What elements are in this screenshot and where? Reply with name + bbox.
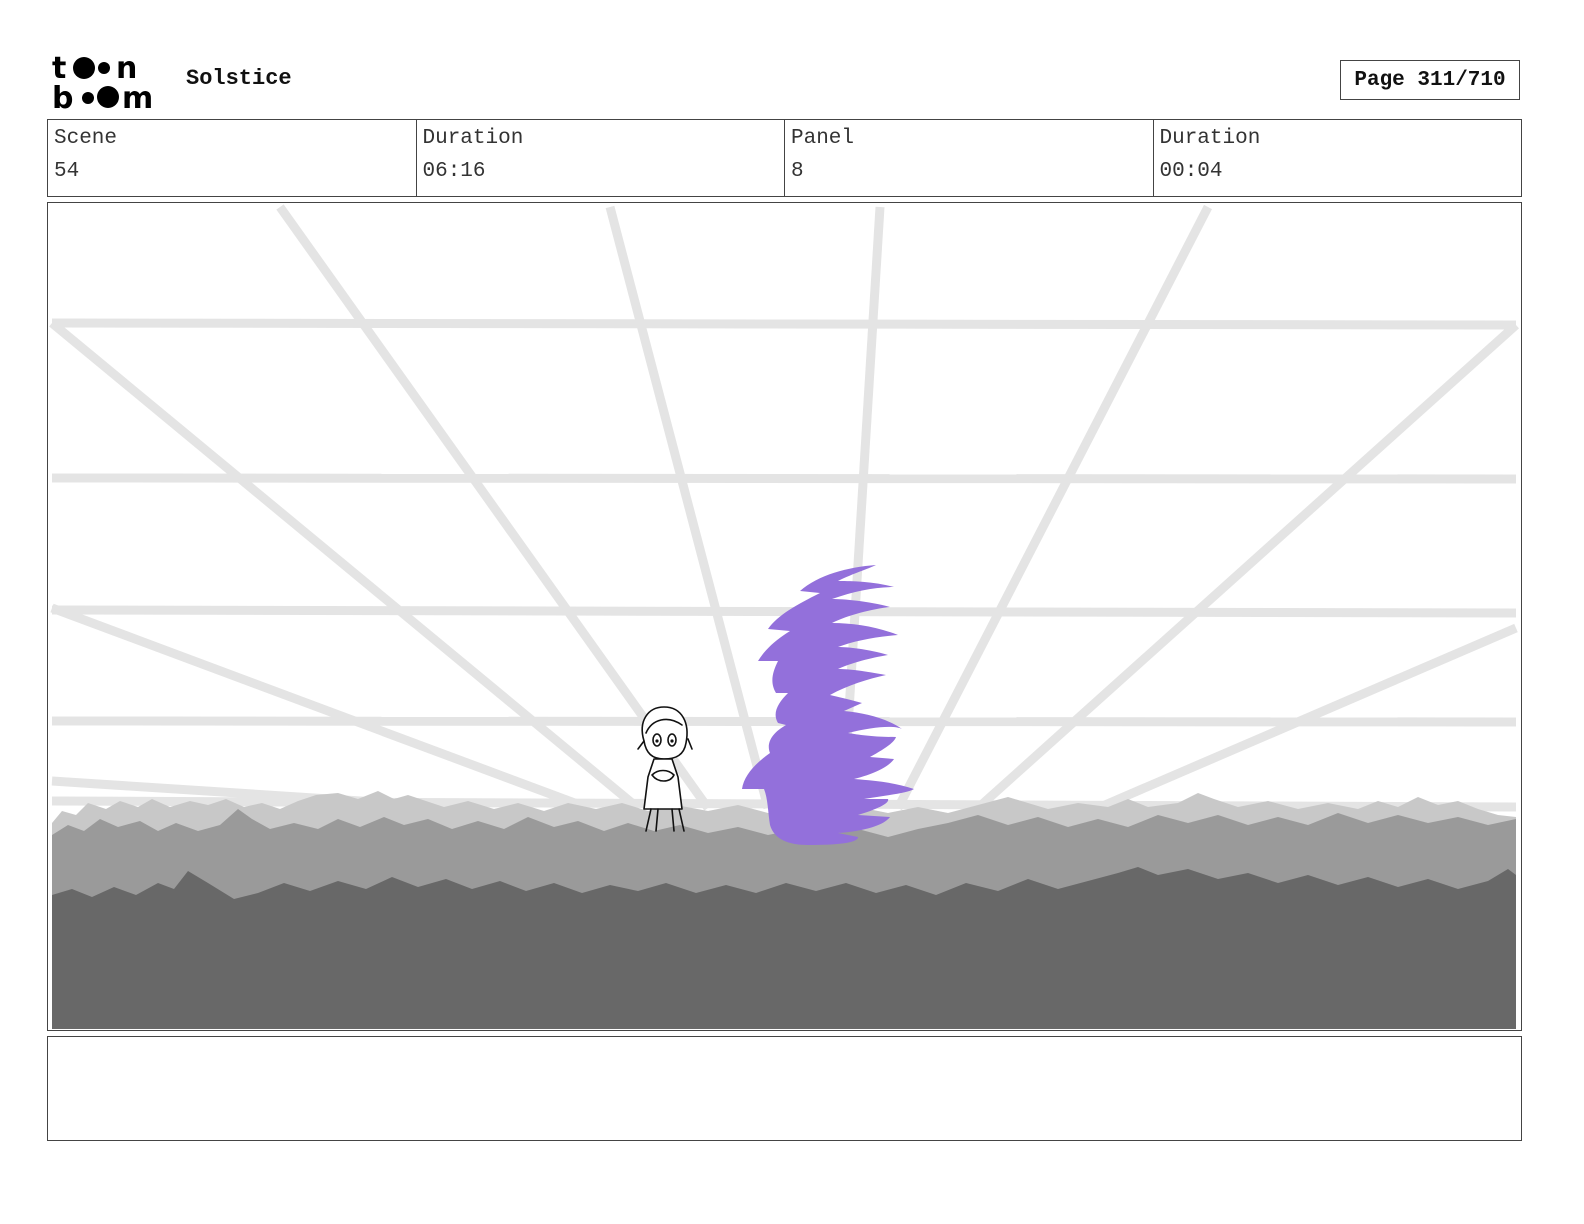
project-title: Solstice [186, 66, 292, 91]
storyboard-panel [47, 202, 1522, 1031]
svg-text:b: b [52, 81, 73, 112]
svg-text:m: m [122, 81, 153, 112]
scene-cell: Scene 54 [48, 120, 417, 196]
scene-label: Scene [54, 127, 118, 150]
panel-duration-cell: Duration 00:04 [1154, 120, 1522, 196]
panel-cell: Panel 8 [785, 120, 1154, 196]
ground-dark-layer [52, 867, 1516, 1029]
scene-info-table: Scene 54 Duration 06:16 Panel 8 Duration… [47, 119, 1522, 197]
scene-value: 54 [54, 160, 80, 183]
panel-duration-value: 00:04 [1159, 160, 1223, 183]
panel-value: 8 [791, 160, 804, 183]
toonboom-logo: t n b m [52, 51, 164, 116]
panel-label: Panel [791, 127, 855, 150]
scene-duration-cell: Duration 06:16 [417, 120, 785, 196]
page-counter: Page 311/710 [1340, 60, 1520, 100]
scene-duration-value: 06:16 [422, 160, 486, 183]
panel-duration-label: Duration [1159, 127, 1261, 150]
panel-artwork [49, 204, 1520, 1029]
panel-notes-box [47, 1036, 1522, 1141]
scene-duration-label: Duration [422, 127, 524, 150]
